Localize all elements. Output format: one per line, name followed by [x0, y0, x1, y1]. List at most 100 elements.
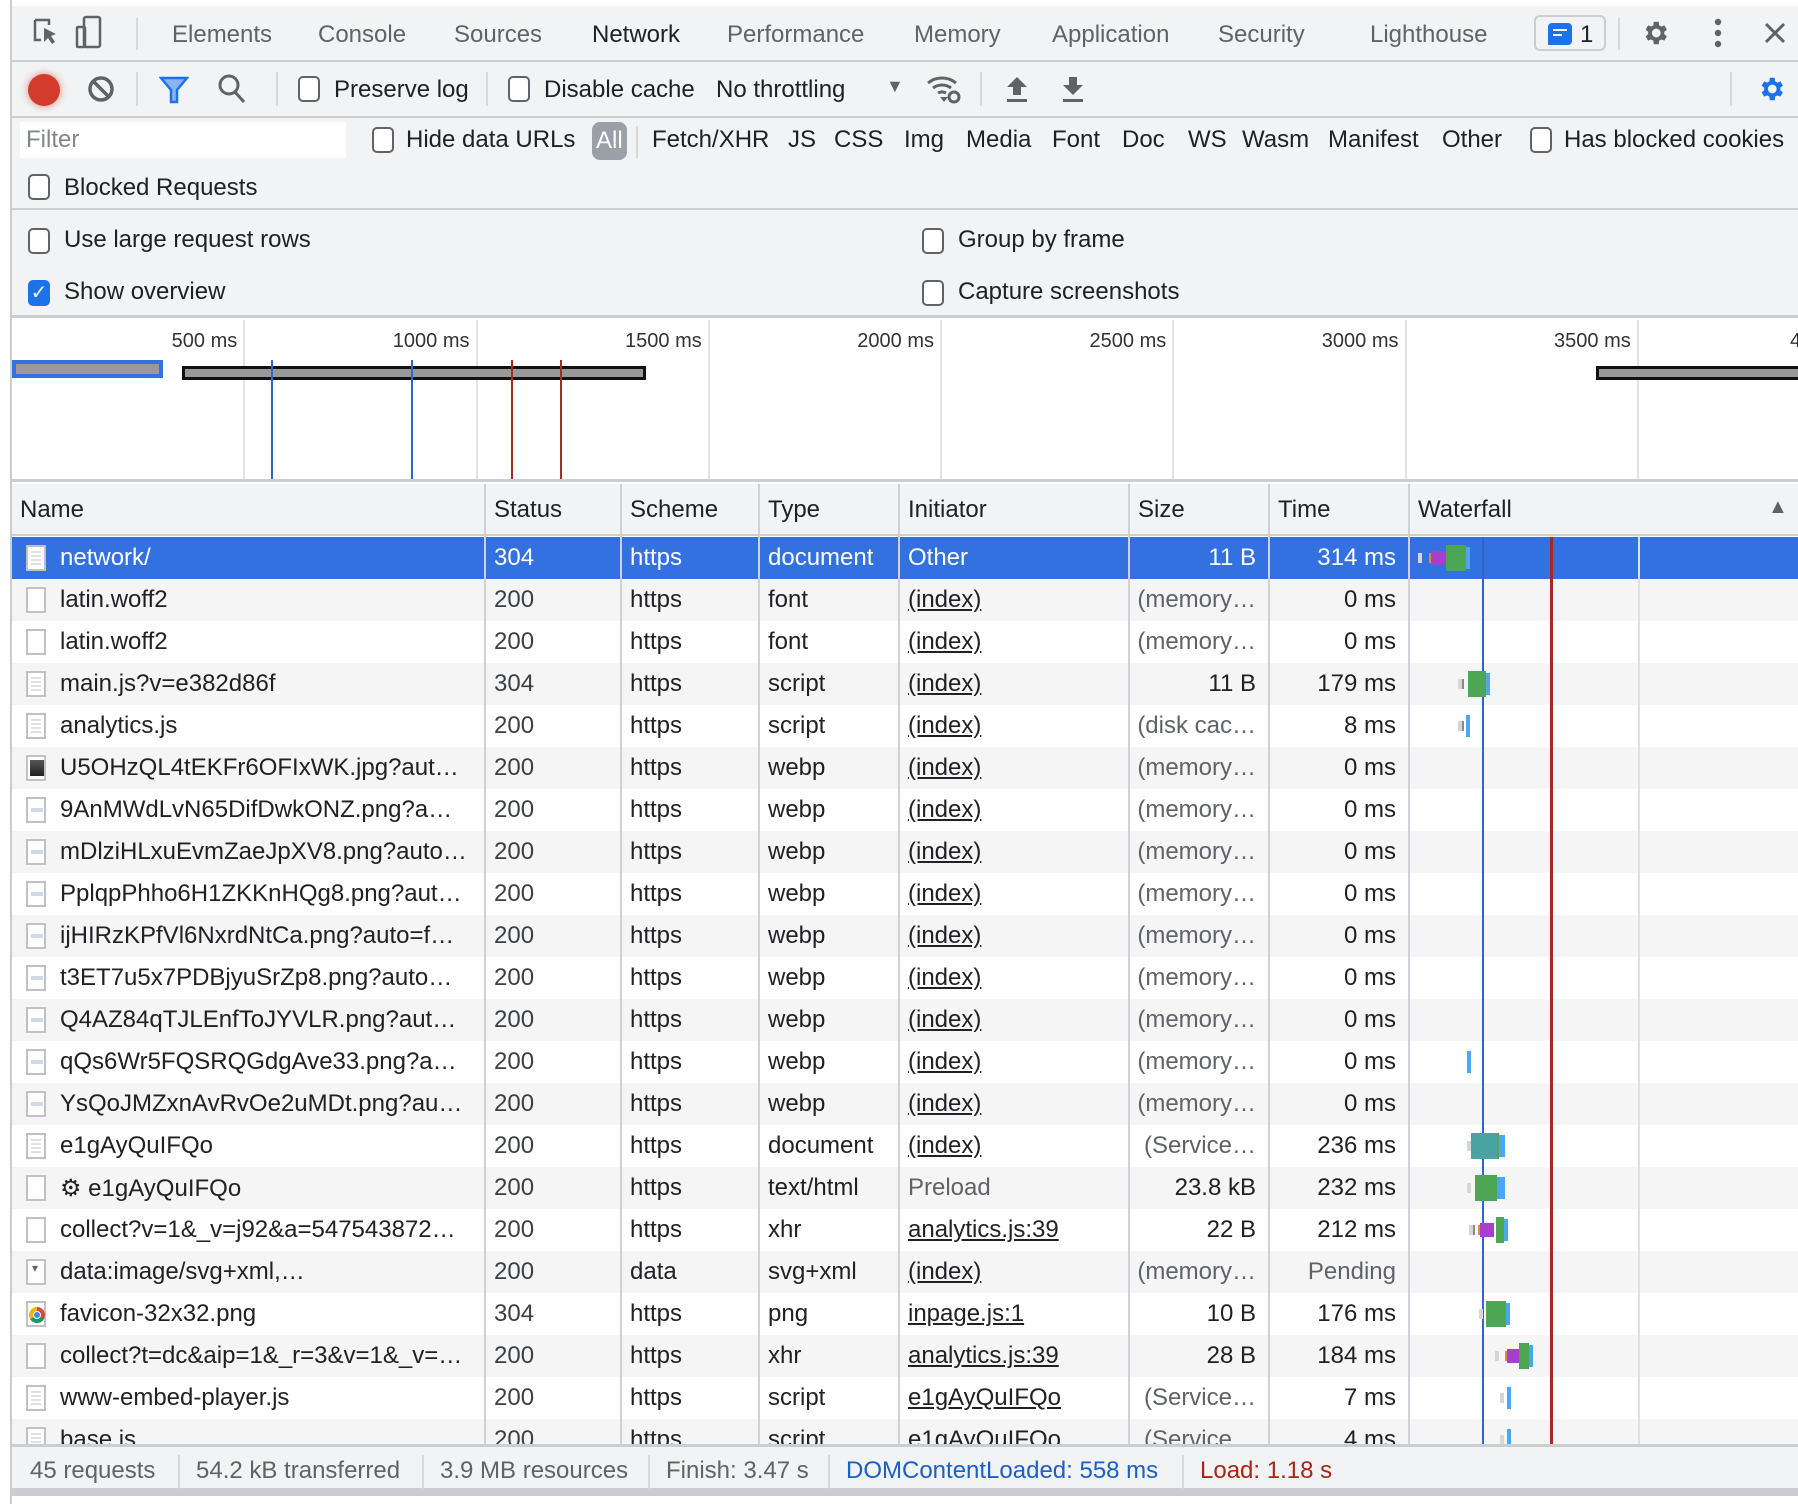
filter-input[interactable] — [20, 122, 346, 158]
filter-type-manifest[interactable]: Manifest — [1328, 126, 1419, 154]
tab-network[interactable]: Network — [570, 18, 703, 66]
column-divider[interactable] — [620, 484, 622, 1444]
cell-name[interactable]: main.js?v=e382d86f — [60, 670, 476, 698]
cell-name[interactable]: latin.woff2 — [60, 628, 476, 656]
column-header-scheme[interactable]: Scheme — [630, 496, 718, 524]
filter-type-img[interactable]: Img — [904, 126, 944, 154]
column-divider[interactable] — [898, 484, 900, 1444]
group-by-frame-checkbox[interactable] — [922, 228, 944, 254]
preserve-log-checkbox[interactable] — [298, 76, 320, 102]
large-rows-checkbox[interactable] — [28, 228, 50, 254]
search-icon[interactable] — [216, 72, 248, 106]
filter-type-js[interactable]: JS — [788, 126, 816, 154]
cell-name[interactable]: collect?v=1&_v=j92&a=547543872… — [60, 1216, 476, 1244]
cell-initiator[interactable]: e1gAyQuIFQo — [908, 1384, 1122, 1412]
tab-sources[interactable]: Sources — [454, 18, 542, 66]
gear-icon[interactable] — [1638, 16, 1672, 50]
show-overview-checkbox[interactable]: ✓ — [28, 280, 50, 306]
throttling-select[interactable]: No throttling ▼ — [716, 72, 906, 108]
filter-type-fetchxhr[interactable]: Fetch/XHR — [652, 126, 769, 154]
column-divider[interactable] — [484, 484, 486, 1444]
cell-initiator[interactable]: (index) — [908, 964, 1122, 992]
tab-elements[interactable]: Elements — [172, 18, 272, 66]
close-icon[interactable] — [1760, 18, 1790, 48]
download-icon[interactable] — [1058, 72, 1088, 106]
cell-initiator[interactable]: (index) — [908, 586, 1122, 614]
has-blocked-cookies-checkbox[interactable] — [1530, 127, 1552, 153]
cell-name[interactable]: qQs6Wr5FQSRQGdgAve33.png?a… — [60, 1048, 476, 1076]
cell-name[interactable]: PplqpPhho6H1ZKKnHQg8.png?aut… — [60, 880, 476, 908]
column-divider[interactable] — [1128, 484, 1130, 1444]
hide-data-urls-checkbox[interactable] — [372, 127, 394, 153]
tab-memory[interactable]: Memory — [914, 18, 1001, 66]
cell-initiator[interactable]: (index) — [908, 1006, 1122, 1034]
clear-icon[interactable] — [86, 74, 116, 104]
disable-cache-checkbox[interactable] — [508, 76, 530, 102]
cell-name[interactable]: YsQoJMZxnAvRvOe2uMDt.png?au… — [60, 1090, 476, 1118]
cell-initiator[interactable]: (index) — [908, 1258, 1122, 1286]
filter-type-font[interactable]: Font — [1052, 126, 1100, 154]
cell-initiator[interactable]: (index) — [908, 1090, 1122, 1118]
cell-initiator[interactable]: (index) — [908, 670, 1122, 698]
cell-initiator[interactable]: (index) — [908, 712, 1122, 740]
timeline-overview[interactable]: 500 ms 1000 ms 1500 ms 2000 ms 2500 ms 3000 m… — [12, 320, 1798, 482]
column-header-time[interactable]: Time — [1278, 496, 1330, 524]
column-header-initiator[interactable]: Initiator — [908, 496, 987, 524]
device-toolbar-icon[interactable] — [74, 14, 104, 50]
cell-name[interactable]: U5OHzQL4tEKFr6OFIxWK.jpg?aut… — [60, 754, 476, 782]
cell-initiator[interactable]: inpage.js:1 — [908, 1300, 1122, 1328]
cell-initiator[interactable]: analytics.js:39 — [908, 1342, 1122, 1370]
cell-name[interactable]: e1gAyQuIFQo — [60, 1132, 476, 1160]
cell-initiator[interactable]: (index) — [908, 1048, 1122, 1076]
inspect-element-icon[interactable] — [30, 16, 62, 48]
cell-initiator[interactable]: (index) — [908, 1132, 1122, 1160]
cell-name[interactable]: t3ET7u5x7PDBjyuSrZp8.png?auto… — [60, 964, 476, 992]
sort-ascending-icon[interactable]: ▲ — [1768, 496, 1788, 519]
filter-type-wasm[interactable]: Wasm — [1242, 126, 1309, 154]
column-divider[interactable] — [758, 484, 760, 1444]
column-header-size[interactable]: Size — [1138, 496, 1185, 524]
filter-type-doc[interactable]: Doc — [1122, 126, 1165, 154]
cell-name[interactable]: analytics.js — [60, 712, 476, 740]
tab-application[interactable]: Application — [1052, 18, 1169, 66]
filter-type-css[interactable]: CSS — [834, 126, 883, 154]
filter-icon[interactable] — [158, 74, 190, 106]
blocked-requests-checkbox[interactable] — [28, 174, 50, 200]
filter-type-other[interactable]: Other — [1442, 126, 1502, 154]
cell-name[interactable]: ⚙ e1gAyQuIFQo — [60, 1174, 476, 1203]
cell-initiator[interactable]: (index) — [908, 922, 1122, 950]
cell-initiator[interactable]: (index) — [908, 838, 1122, 866]
tab-security[interactable]: Security — [1218, 18, 1305, 66]
cell-name[interactable]: network/ — [60, 544, 476, 572]
tab-performance[interactable]: Performance — [727, 18, 864, 66]
filter-type-ws[interactable]: WS — [1188, 126, 1227, 154]
cell-initiator[interactable]: (index) — [908, 754, 1122, 782]
cell-name[interactable]: base.js — [60, 1426, 476, 1444]
record-icon[interactable] — [28, 74, 60, 106]
cell-name[interactable]: data:image/svg+xml,… — [60, 1258, 476, 1286]
tab-console[interactable]: Console — [318, 18, 406, 66]
cell-initiator[interactable]: (index) — [908, 880, 1122, 908]
tab-lighthouse[interactable]: Lighthouse — [1370, 18, 1487, 66]
cell-name[interactable]: www-embed-player.js — [60, 1384, 476, 1412]
upload-icon[interactable] — [1002, 72, 1032, 106]
column-header-name[interactable]: Name — [20, 496, 84, 524]
overview-selection[interactable] — [12, 360, 163, 378]
column-divider[interactable] — [1408, 484, 1410, 1444]
cell-initiator[interactable]: e1gAyQuIFQo — [908, 1426, 1122, 1444]
cell-name[interactable]: ijHIRzKPfVl6NxrdNtCa.png?auto=f… — [60, 922, 476, 950]
network-conditions-icon[interactable] — [926, 72, 962, 106]
issues-badge[interactable]: 1 — [1534, 15, 1606, 51]
column-header-waterfall[interactable]: Waterfall — [1418, 496, 1512, 524]
filter-type-media[interactable]: Media — [966, 126, 1031, 154]
cell-name[interactable]: 9AnMWdLvN65DifDwkONZ.png?a… — [60, 796, 476, 824]
column-header-type[interactable]: Type — [768, 496, 820, 524]
cell-name[interactable]: favicon-32x32.png — [60, 1300, 476, 1328]
cell-initiator[interactable]: (index) — [908, 796, 1122, 824]
kebab-menu-icon[interactable] — [1708, 16, 1728, 50]
cell-name[interactable]: collect?t=dc&aip=1&_r=3&v=1&_v=… — [60, 1342, 476, 1370]
cell-initiator[interactable]: (index) — [908, 628, 1122, 656]
capture-screenshots-checkbox[interactable] — [922, 280, 944, 306]
cell-initiator[interactable]: analytics.js:39 — [908, 1216, 1122, 1244]
filter-type-all[interactable]: All — [592, 122, 627, 160]
